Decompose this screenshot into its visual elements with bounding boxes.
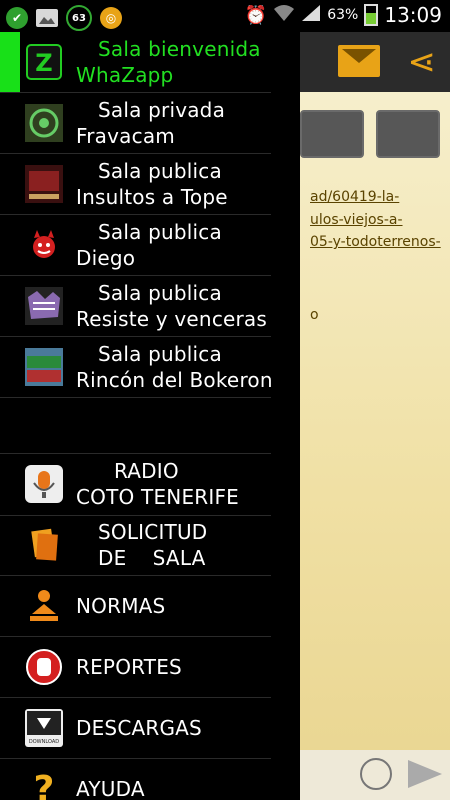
room-label-line1: Sala publica	[98, 159, 222, 183]
whazapp-logo-icon: Z	[25, 43, 63, 81]
reportes-label: REPORTES	[76, 655, 182, 679]
radio-label-line1: RADIO	[114, 459, 179, 483]
solicitud-item[interactable]: SOLICITUD DE SALA	[0, 515, 271, 576]
emoji-icon[interactable]	[360, 758, 392, 790]
alarm-icon: ⏰	[244, 4, 268, 26]
room-item-bokeron[interactable]: Sala publica Rincón del Bokeron	[0, 337, 273, 398]
share-icon[interactable]: ⋖	[408, 42, 437, 82]
solicitud-label-line2: DE SALA	[98, 546, 206, 570]
active-indicator	[0, 32, 20, 92]
room-label-line1: Sala publica	[98, 281, 222, 305]
room-label-line1: Sala bienvenida	[98, 37, 261, 61]
chat-link-line[interactable]: 05-y-todoterrenos-	[310, 234, 441, 250]
rules-person-icon	[25, 587, 63, 625]
signal-icon	[301, 4, 321, 26]
wifi-icon	[273, 4, 295, 26]
chat-text-fragment: o	[310, 307, 319, 323]
solicitud-label-line1: SOLICITUD	[98, 520, 208, 544]
normas-item[interactable]: NORMAS	[0, 576, 271, 637]
chat-link-line[interactable]: ulos-viejos-a-	[310, 212, 403, 228]
room-label-line2: Diego	[76, 246, 136, 270]
svg-text:Z: Z	[35, 49, 52, 77]
room-label-line2: Insultos a Tope	[76, 185, 228, 209]
ayuda-item[interactable]: ? AYUDA	[0, 759, 271, 800]
check-notification-icon: ✔	[6, 7, 28, 29]
status-bar: ✔ 63 ◎ ⏰ 63% 13:09	[0, 0, 450, 32]
stop-hand-icon	[25, 648, 63, 686]
descargas-item[interactable]: DOWNLOAD DESCARGAS	[0, 698, 271, 759]
microphone-icon	[25, 465, 63, 503]
room-item-diego[interactable]: Sala publica Diego	[0, 215, 271, 276]
normas-label: NORMAS	[76, 594, 166, 618]
remove-user-icon[interactable]	[376, 110, 440, 158]
chat-link-line[interactable]: ad/60419-la-	[310, 189, 399, 205]
clock: 13:09	[384, 3, 442, 27]
insultos-thumbnail-icon	[25, 165, 63, 203]
radio-item[interactable]: RADIO COTO TENERIFE	[0, 453, 271, 516]
ayuda-label: AYUDA	[76, 777, 145, 800]
room-label-line2: Fravacam	[76, 124, 175, 148]
mail-icon[interactable]	[338, 45, 380, 77]
room-item-whazapp[interactable]: Z Sala bienvenida WhaZapp	[0, 32, 271, 93]
room-label-line2: Rincón del Bokeron	[76, 368, 273, 392]
resiste-thumbnail-icon	[25, 287, 63, 325]
image-notification-icon	[36, 9, 58, 27]
room-label-line1: Sala privada	[98, 98, 226, 122]
orange-app-notification-icon: ◎	[100, 7, 122, 29]
room-item-resiste[interactable]: Sala publica Resiste y venceras	[0, 276, 271, 337]
reportes-item[interactable]: REPORTES	[0, 637, 271, 698]
message-input-bar[interactable]	[300, 750, 450, 800]
room-label-line1: Sala publica	[98, 220, 222, 244]
download-icon: DOWNLOAD	[25, 709, 63, 747]
help-question-icon: ?	[33, 768, 55, 800]
folder-request-icon	[25, 526, 63, 564]
room-item-insultos[interactable]: Sala publica Insultos a Tope	[0, 154, 271, 215]
add-users-icon[interactable]	[300, 110, 364, 158]
navigation-drawer: Z Sala bienvenida WhaZapp Sala privada F…	[0, 32, 300, 800]
room-label-line1: Sala publica	[98, 342, 222, 366]
bokeron-thumbnail-icon	[25, 348, 63, 386]
room-label-line2: WhaZapp	[76, 63, 174, 87]
svg-text:DOWNLOAD: DOWNLOAD	[29, 739, 59, 745]
red-devil-icon	[25, 226, 63, 264]
radio-label-line2: COTO TENERIFE	[76, 485, 240, 509]
battery-percent: 63%	[327, 7, 359, 23]
battery-icon	[364, 4, 379, 26]
counter-notification-icon: 63	[66, 5, 92, 31]
descargas-label: DESCARGAS	[76, 716, 202, 740]
send-icon[interactable]	[408, 760, 442, 788]
fravacam-icon	[25, 104, 63, 142]
room-item-fravacam[interactable]: Sala privada Fravacam	[0, 93, 271, 154]
room-label-line2: Resiste y venceras	[76, 307, 268, 331]
